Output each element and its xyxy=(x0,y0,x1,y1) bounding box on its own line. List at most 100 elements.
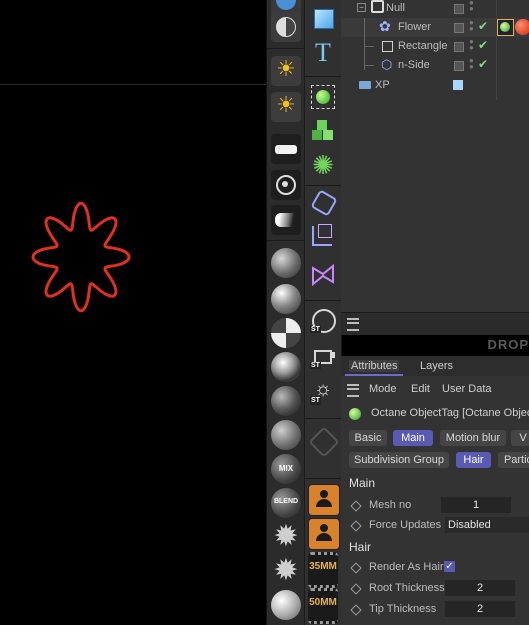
flower-spline-shape xyxy=(31,201,131,313)
keyframe-diamond-icon[interactable] xyxy=(350,500,362,512)
tab-motion-blur[interactable]: Motion blur xyxy=(440,430,506,446)
octane-tag-icon xyxy=(349,408,361,420)
gear-shape-icon[interactable]: ✹ xyxy=(271,522,301,552)
tab-subdivision-group[interactable]: Subdivision Group xyxy=(349,452,449,468)
render-dots-icon[interactable]: ● ● xyxy=(469,57,474,71)
hamburger-menu-icon[interactable] xyxy=(347,318,359,331)
tip-thickness-input[interactable]: 2 xyxy=(445,601,515,617)
folder-icon xyxy=(359,81,371,89)
tab-main[interactable]: Main xyxy=(393,430,433,446)
enabled-check-icon[interactable]: ✔ xyxy=(478,19,488,33)
sphere-material-icon[interactable] xyxy=(271,248,301,278)
object-row-nside[interactable]: ⬡ n-Side ✔ ● ● xyxy=(341,56,529,75)
spot-target-icon[interactable] xyxy=(271,170,301,200)
attribute-manager: Attributes Layers Mode Edit User Data Oc… xyxy=(341,356,529,625)
octane-tag-icon[interactable] xyxy=(497,19,514,36)
disabled-tag-icon[interactable] xyxy=(308,426,340,458)
tab-particle[interactable]: Partic xyxy=(498,452,529,468)
root-thickness-input[interactable]: 2 xyxy=(445,580,515,596)
spline-box-icon[interactable] xyxy=(308,222,338,252)
render-dots-icon[interactable]: ● ● xyxy=(469,0,474,13)
camera-person-alt-icon[interactable] xyxy=(308,518,340,550)
object-name: Flower xyxy=(398,21,432,33)
tab-v[interactable]: V xyxy=(511,430,529,446)
visibility-toggle[interactable] xyxy=(454,4,464,14)
mesh-no-label: Mesh no xyxy=(369,499,412,511)
sphere-white-icon[interactable] xyxy=(271,590,301,620)
keyframe-diamond-icon[interactable] xyxy=(350,562,362,574)
section-main-heading: Main xyxy=(349,476,376,490)
camera-person-icon[interactable] xyxy=(308,484,340,516)
collapse-toggle-icon[interactable]: − xyxy=(357,3,366,12)
text-icon[interactable]: T xyxy=(308,38,338,68)
object-name: n-Side xyxy=(398,59,430,71)
object-row-rectangle[interactable]: Rectangle ✔ ● ● xyxy=(341,37,529,56)
drop-zone-label: DROP xyxy=(487,337,529,352)
tab-attributes[interactable]: Attributes xyxy=(349,360,400,372)
object-row-null[interactable]: − Null ● ● xyxy=(341,0,529,19)
tab-layers[interactable]: Layers xyxy=(420,360,453,372)
sun-light-icon[interactable]: ☀ xyxy=(271,56,301,86)
panel-separator[interactable] xyxy=(341,312,529,335)
object-row-xp[interactable]: XP xyxy=(341,76,529,95)
area-light-icon[interactable] xyxy=(271,134,301,164)
gear-shape-alt-icon[interactable]: ✹ xyxy=(271,556,301,586)
render-as-hair-label: Render As Hair xyxy=(369,561,444,573)
viewport-divider xyxy=(0,84,266,85)
deformer-icon[interactable] xyxy=(308,188,338,218)
visibility-toggle[interactable] xyxy=(454,23,464,33)
mesh-no-input[interactable]: 1 xyxy=(441,497,511,513)
spline-pen-icon[interactable] xyxy=(308,260,338,290)
st-camera-icon[interactable]: ST xyxy=(308,342,338,372)
cloner-cubes-icon[interactable] xyxy=(308,116,338,146)
cube-icon[interactable] xyxy=(308,4,338,34)
object-row-flower[interactable]: ✿ Flower ✔ ● ● xyxy=(341,18,529,70)
st-light-icon[interactable]: ☼ ST xyxy=(308,376,338,406)
tip-thickness-label: Tip Thickness xyxy=(369,603,437,615)
blend-material-icon[interactable]: BLEND xyxy=(271,488,301,518)
object-palette: T ✺ ST ST ☼ ST 35MM 50MM xyxy=(304,0,342,625)
enabled-check-icon[interactable]: ✔ xyxy=(478,38,488,52)
tab-hair[interactable]: Hair xyxy=(456,452,491,468)
sphere-checker-icon[interactable] xyxy=(271,318,301,348)
sphere-plain-icon[interactable] xyxy=(271,420,301,450)
keyframe-diamond-icon[interactable] xyxy=(350,520,362,532)
film-35mm-icon[interactable]: 35MM xyxy=(308,552,338,588)
film-50mm-icon[interactable]: 50MM xyxy=(308,588,338,624)
render-dots-icon[interactable]: ● ● xyxy=(469,38,474,52)
octane-half-circle-icon[interactable] xyxy=(271,12,301,42)
hamburger-menu-icon[interactable] xyxy=(347,384,359,397)
tab-basic[interactable]: Basic xyxy=(349,430,387,446)
mix-material-icon[interactable]: MIX xyxy=(271,454,301,484)
visibility-toggle[interactable] xyxy=(454,61,464,71)
sphere-glossy-icon[interactable] xyxy=(271,284,301,314)
enabled-check-icon[interactable]: ✔ xyxy=(478,57,488,71)
section-hair-heading: Hair xyxy=(349,540,372,554)
object-manager: − Null ● ● ✿ Flower ✔ ● ● Rectangle ✔ ● ● ⬡… xyxy=(341,0,529,312)
rectangle-spline-icon xyxy=(382,41,393,52)
3d-viewport[interactable] xyxy=(0,0,266,625)
visibility-toggle[interactable] xyxy=(454,42,464,52)
render-dots-icon[interactable]: ● ● xyxy=(469,19,474,33)
menu-edit[interactable]: Edit xyxy=(411,383,430,395)
st-sphere-icon[interactable]: ST xyxy=(308,306,338,336)
keyframe-diamond-icon[interactable] xyxy=(350,583,362,595)
gear-tag-icon[interactable]: ✺ xyxy=(308,150,338,180)
material-tag-icon[interactable] xyxy=(515,19,529,35)
layer-color-swatch[interactable] xyxy=(453,80,463,90)
object-name: XP xyxy=(375,79,390,91)
sphere-dark-icon[interactable] xyxy=(271,386,301,416)
blend-label: BLEND xyxy=(273,498,299,505)
film-35mm-label: 35MM xyxy=(309,561,337,572)
force-updates-label: Force Updates xyxy=(369,519,442,531)
render-as-hair-checkbox[interactable]: ✓ xyxy=(444,561,455,572)
octane-object-tag-icon[interactable] xyxy=(308,82,338,112)
menu-mode[interactable]: Mode xyxy=(369,383,397,395)
object-name: Null xyxy=(386,2,405,14)
keyframe-diamond-icon[interactable] xyxy=(350,604,362,616)
menu-user-data[interactable]: User Data xyxy=(442,383,492,395)
force-updates-select[interactable]: Disabled xyxy=(445,517,529,533)
sun-light-alt-icon[interactable]: ☀ xyxy=(271,92,301,122)
sphere-chrome-icon[interactable] xyxy=(271,352,301,382)
spotlight-icon[interactable] xyxy=(271,205,301,235)
